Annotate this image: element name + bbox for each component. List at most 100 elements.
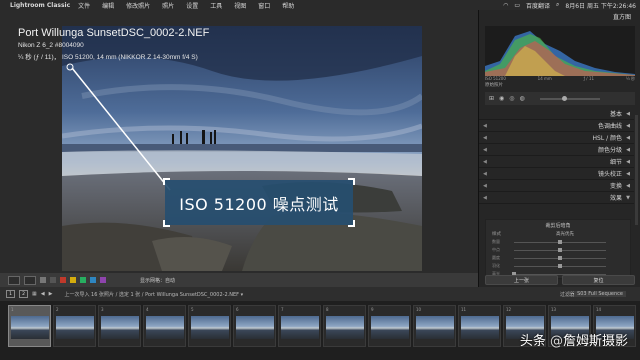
- menu-app-name[interactable]: Lightroom Classic: [10, 2, 70, 9]
- expand-triangle-icon[interactable]: ◀: [626, 183, 630, 189]
- slider-knob[interactable]: [558, 240, 562, 244]
- vignette-style-dropdown[interactable]: 高光优先: [556, 231, 574, 237]
- hist-shutter: ¼ 秒: [625, 76, 635, 81]
- panel-toggle-icon[interactable]: ◀: [483, 135, 487, 141]
- red-eye-icon[interactable]: ◎: [509, 95, 514, 102]
- green-label-icon[interactable]: [80, 277, 86, 283]
- menu-window[interactable]: 窗口: [258, 1, 270, 10]
- menu-view[interactable]: 视图: [234, 1, 246, 10]
- back-arrow-icon[interactable]: ◀: [41, 291, 45, 297]
- vignette-midpoint-slider[interactable]: 中点: [492, 247, 626, 254]
- thumb-number: 1: [11, 307, 14, 312]
- blue-label-icon[interactable]: [90, 277, 96, 283]
- callout-text: ISO 51200 噪点测试: [179, 194, 339, 214]
- expand-triangle-icon[interactable]: ◀: [626, 171, 630, 177]
- menu-edit[interactable]: 编辑: [102, 1, 114, 10]
- panel-tone-curve[interactable]: ◀ 色调曲线 ◀: [479, 120, 634, 132]
- filmstrip-thumbnail[interactable]: 9: [368, 305, 411, 347]
- filmstrip-thumbnail[interactable]: 4: [143, 305, 186, 347]
- panel-scrollbar[interactable]: [635, 115, 638, 225]
- filmstrip-thumbnail[interactable]: 7: [278, 305, 321, 347]
- collapse-triangle-icon[interactable]: ▼: [626, 195, 630, 201]
- panel-color-grading[interactable]: ◀ 颜色分级 ◀: [479, 144, 634, 156]
- reject-flag-icon[interactable]: [50, 277, 56, 283]
- filmstrip-thumbnail[interactable]: 5: [188, 305, 231, 347]
- second-monitor-button[interactable]: 2: [19, 290, 28, 298]
- panel-basic[interactable]: 基本 ◀: [479, 108, 634, 120]
- slider-label: 数量: [492, 239, 500, 244]
- expand-triangle-icon[interactable]: ◀: [626, 159, 630, 165]
- menu-develop[interactable]: 修改照片: [126, 1, 150, 10]
- panel-toggle-icon[interactable]: ◀: [483, 147, 487, 153]
- post-crop-vignette-section: 裁剪后暗角 样式 高光优先 数量 中点 圆度 羽化 高光: [485, 219, 631, 279]
- forward-arrow-icon[interactable]: ▶: [49, 291, 53, 297]
- masking-icon[interactable]: ◍: [520, 95, 525, 102]
- panel-toggle-icon[interactable]: ◀: [483, 123, 487, 129]
- filmstrip-thumbnail[interactable]: 8: [323, 305, 366, 347]
- thumb-number: 10: [416, 307, 422, 312]
- crop-tool-icon[interactable]: ⊞: [489, 95, 494, 102]
- menu-settings[interactable]: 设置: [186, 1, 198, 10]
- image-area[interactable]: Port Willunga SunsetDSC_0002-2.NEF Nikon…: [0, 10, 478, 273]
- grid-view-icon[interactable]: ▦: [32, 291, 37, 297]
- info-overlay-filename: Port Willunga SunsetDSC_0002-2.NEF: [18, 27, 210, 39]
- panel-hsl[interactable]: ◀ HSL / 颜色 ◀: [479, 132, 634, 144]
- vignette-amount-slider[interactable]: 数量: [492, 239, 626, 246]
- before-after-button[interactable]: [24, 275, 36, 285]
- panel-lens-label: 镜头校正: [597, 171, 622, 178]
- filmstrip-source-path[interactable]: 上一次导入 16 张照片 / 选定 1 张 / Port Willunga Su…: [64, 291, 243, 298]
- expand-triangle-icon[interactable]: ◀: [626, 123, 630, 129]
- filmstrip-thumbnail[interactable]: 1: [8, 305, 51, 347]
- reset-button[interactable]: 复位: [562, 275, 635, 285]
- thumb-number: 4: [146, 307, 149, 312]
- hist-aperture: ƒ / 11: [583, 76, 595, 81]
- filmstrip-thumbnail[interactable]: 11: [458, 305, 501, 347]
- yellow-label-icon[interactable]: [70, 277, 76, 283]
- panel-basic-label: 基本: [609, 111, 622, 118]
- vignette-roundness-slider[interactable]: 圆度: [492, 255, 626, 262]
- menu-file[interactable]: 文件: [78, 1, 90, 10]
- panel-toggle-icon[interactable]: ◀: [483, 183, 487, 189]
- menu-tools[interactable]: 工具: [210, 1, 222, 10]
- menu-help[interactable]: 帮助: [282, 1, 294, 10]
- tool-size-slider[interactable]: [539, 95, 600, 101]
- wifi-icon[interactable]: ◠: [503, 2, 508, 9]
- panel-detail[interactable]: ◀ 细节 ◀: [479, 156, 634, 168]
- histogram-header[interactable]: 直方图: [479, 12, 640, 23]
- flag-icon[interactable]: [40, 277, 46, 283]
- vignette-feather-slider[interactable]: 羽化: [492, 263, 626, 270]
- panel-toggle-icon[interactable]: ◀: [483, 159, 487, 165]
- panel-transform[interactable]: ◀ 变换 ◀: [479, 180, 634, 192]
- slider-knob[interactable]: [558, 248, 562, 252]
- slider-knob[interactable]: [558, 264, 562, 268]
- filmstrip-thumbnail[interactable]: 10: [413, 305, 456, 347]
- panel-toggle-icon[interactable]: ◀: [483, 195, 487, 201]
- loupe-view-button[interactable]: [8, 275, 20, 285]
- panel-toggle-icon[interactable]: ◀: [483, 171, 487, 177]
- expand-triangle-icon[interactable]: ◀: [626, 147, 630, 153]
- spot-removal-icon[interactable]: ◉: [499, 95, 504, 102]
- slider-knob[interactable]: [558, 256, 562, 260]
- previous-button[interactable]: 上一张: [485, 275, 558, 285]
- red-label-icon[interactable]: [60, 277, 66, 283]
- panel-effects[interactable]: ◀ 效果 ▼: [479, 192, 634, 204]
- main-monitor-button[interactable]: 1: [6, 290, 15, 298]
- status-translator[interactable]: 百度翻译: [526, 1, 550, 10]
- search-icon[interactable]: ⌕: [556, 1, 559, 9]
- expand-triangle-icon[interactable]: ◀: [626, 135, 630, 141]
- panel-tone-curve-label: 色调曲线: [597, 123, 622, 130]
- filmstrip-thumbnail[interactable]: 2: [53, 305, 96, 347]
- battery-icon[interactable]: ▭: [514, 2, 520, 9]
- panel-lens-corrections[interactable]: ◀ 镜头校正 ◀: [479, 168, 634, 180]
- filter-dropdown[interactable]: S03 Full Sequence: [574, 291, 626, 297]
- thumb-image: [326, 316, 364, 339]
- purple-label-icon[interactable]: [100, 277, 106, 283]
- filmstrip-thumbnail[interactable]: 3: [98, 305, 141, 347]
- filmstrip-thumbnail[interactable]: 6: [233, 305, 276, 347]
- expand-triangle-icon[interactable]: ◀: [626, 111, 630, 117]
- original-photo-toggle[interactable]: 原始照片: [485, 82, 503, 88]
- grid-overlay-setting[interactable]: 显示网格：自动: [140, 277, 175, 284]
- menu-photo[interactable]: 照片: [162, 1, 174, 10]
- thumb-number: 14: [596, 307, 602, 312]
- watermark-prefix: 头条: [519, 334, 546, 349]
